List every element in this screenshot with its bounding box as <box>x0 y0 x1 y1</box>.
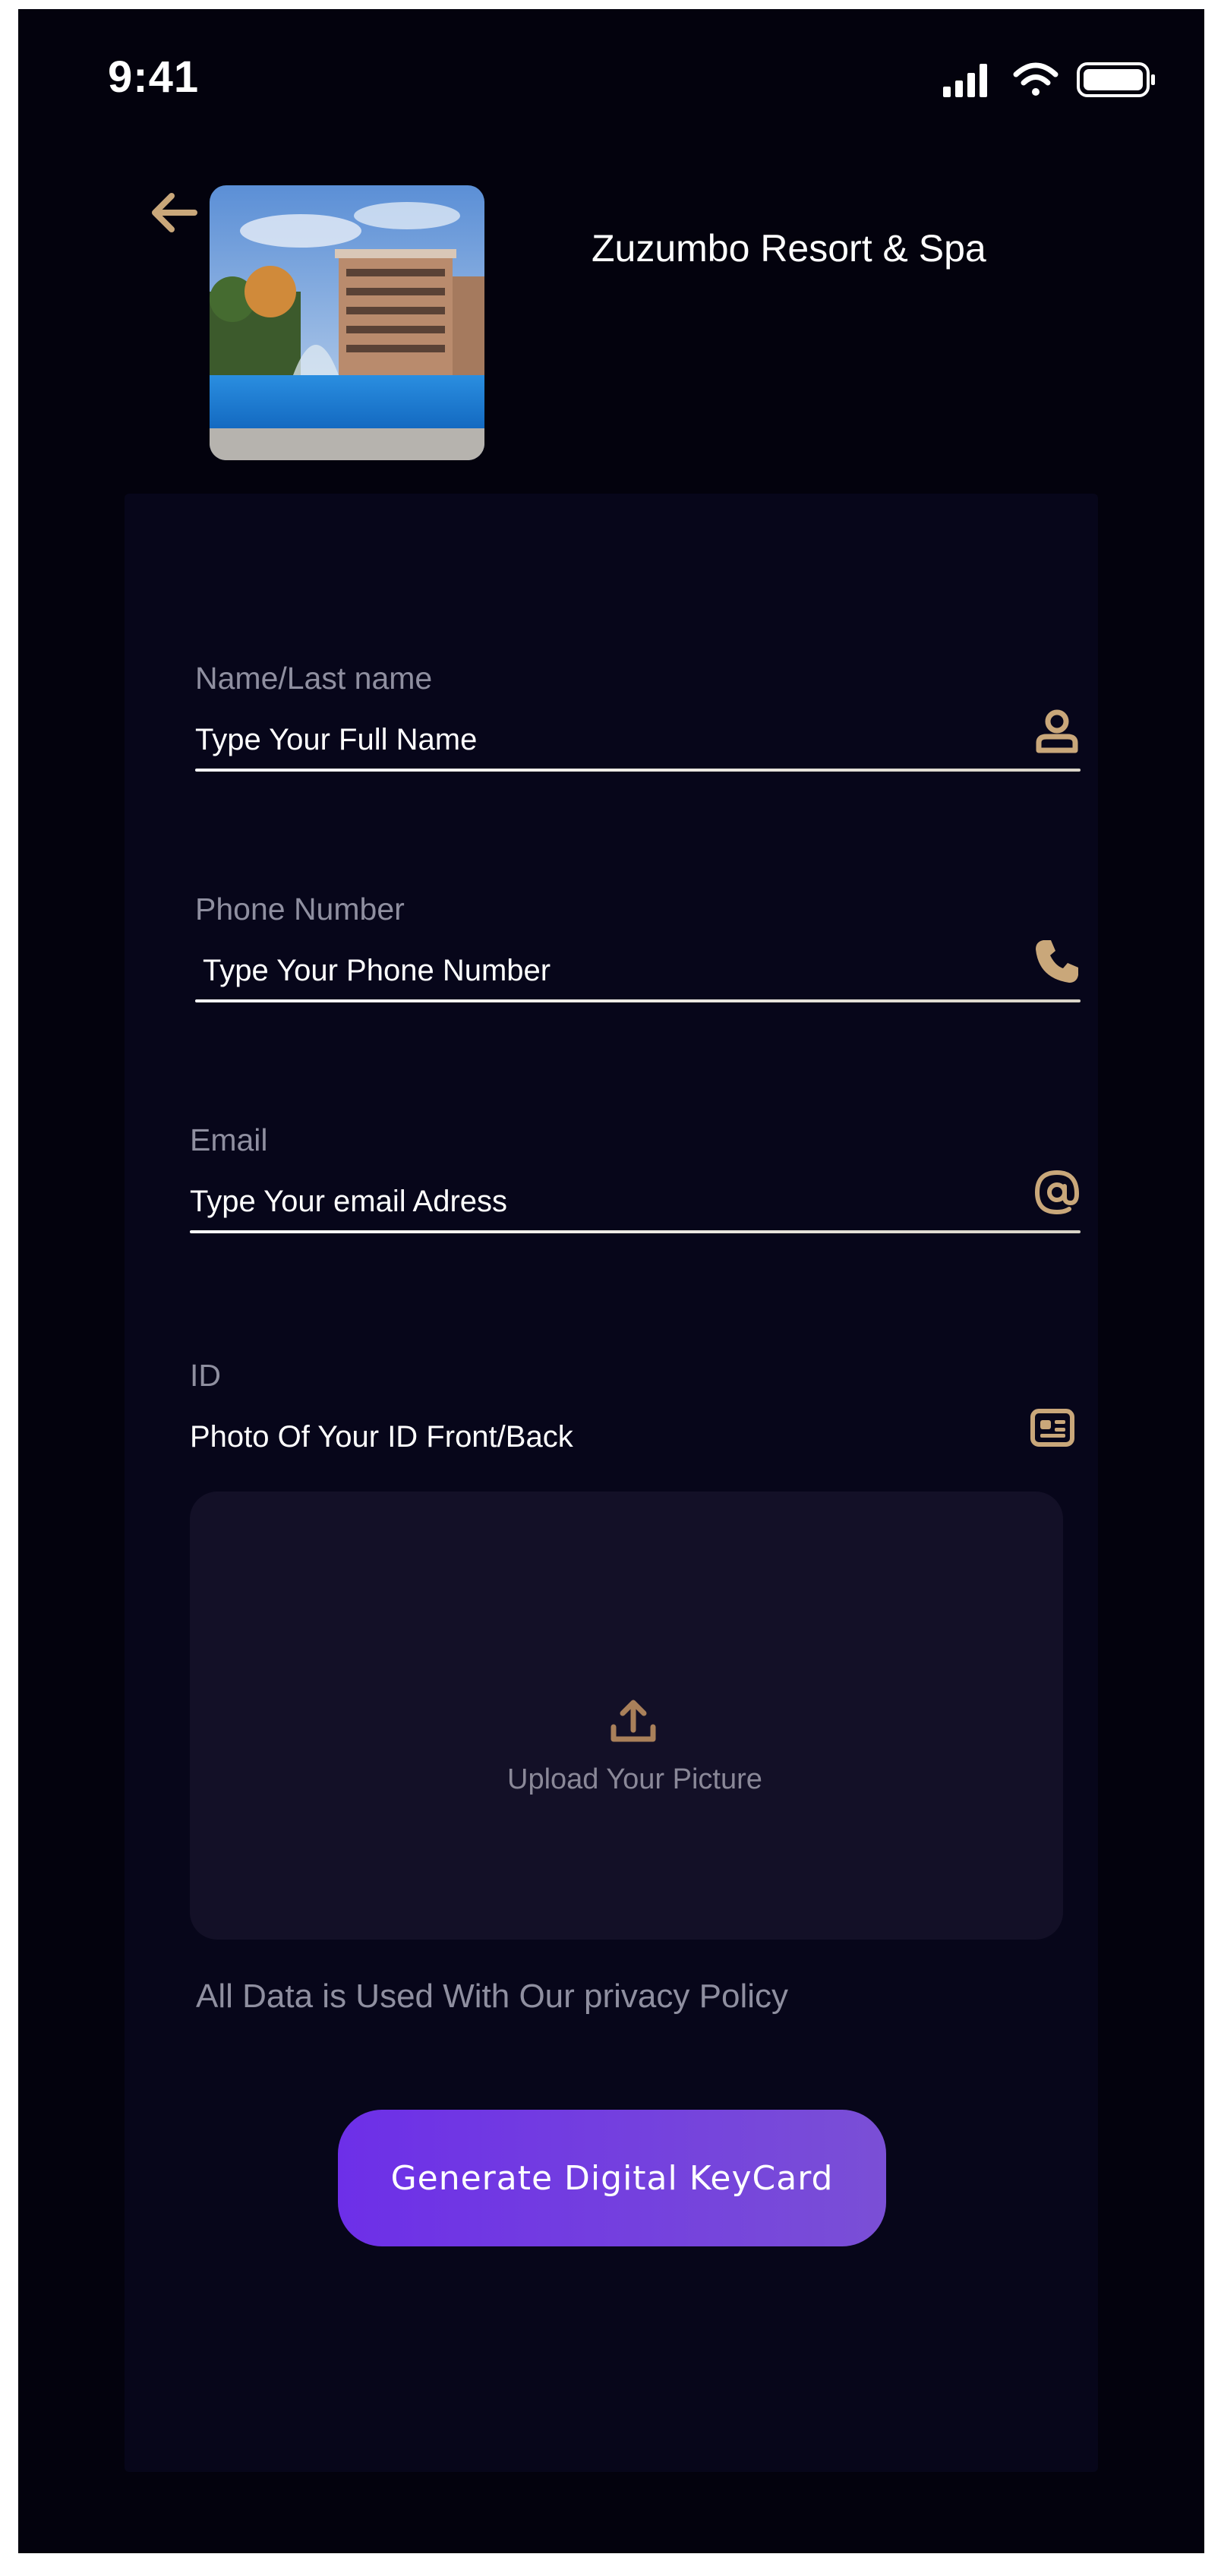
name-label: Name/Last name <box>195 661 433 696</box>
generate-keycard-button[interactable]: Generate Digital KeyCard <box>338 2110 886 2246</box>
signal-icon <box>943 64 987 97</box>
user-icon <box>1036 709 1078 753</box>
email-label: Email <box>190 1122 268 1157</box>
upload-label: Upload Your Picture <box>507 1763 762 1795</box>
email-input[interactable]: Type Your email Adress <box>190 1185 507 1219</box>
wifi-icon <box>1013 62 1059 96</box>
phone-underline <box>195 999 1081 1002</box>
email-underline <box>190 1230 1081 1233</box>
battery-icon <box>1077 62 1155 97</box>
id-label: ID <box>190 1358 221 1393</box>
upload-icon <box>610 1700 656 1742</box>
phone-screen: 9:41 Zuzumbo Resort & Spa Name/Last name… <box>18 9 1204 2553</box>
hotel-photo <box>210 185 484 460</box>
status-icons <box>943 62 1155 97</box>
back-arrow-icon[interactable] <box>146 185 200 240</box>
phone-icon <box>1036 940 1078 983</box>
id-card-icon <box>1030 1409 1074 1447</box>
id-hint: Photo Of Your ID Front/Back <box>190 1420 573 1454</box>
name-underline <box>195 769 1081 772</box>
name-input[interactable]: Type Your Full Name <box>195 723 477 757</box>
privacy-note: All Data is Used With Our privacy Policy <box>196 1978 788 2015</box>
phone-input[interactable]: Type Your Phone Number <box>203 954 551 988</box>
hotel-name: Zuzumbo Resort & Spa <box>592 227 986 270</box>
at-icon <box>1034 1170 1080 1215</box>
phone-label: Phone Number <box>195 892 405 927</box>
status-time: 9:41 <box>108 52 200 102</box>
